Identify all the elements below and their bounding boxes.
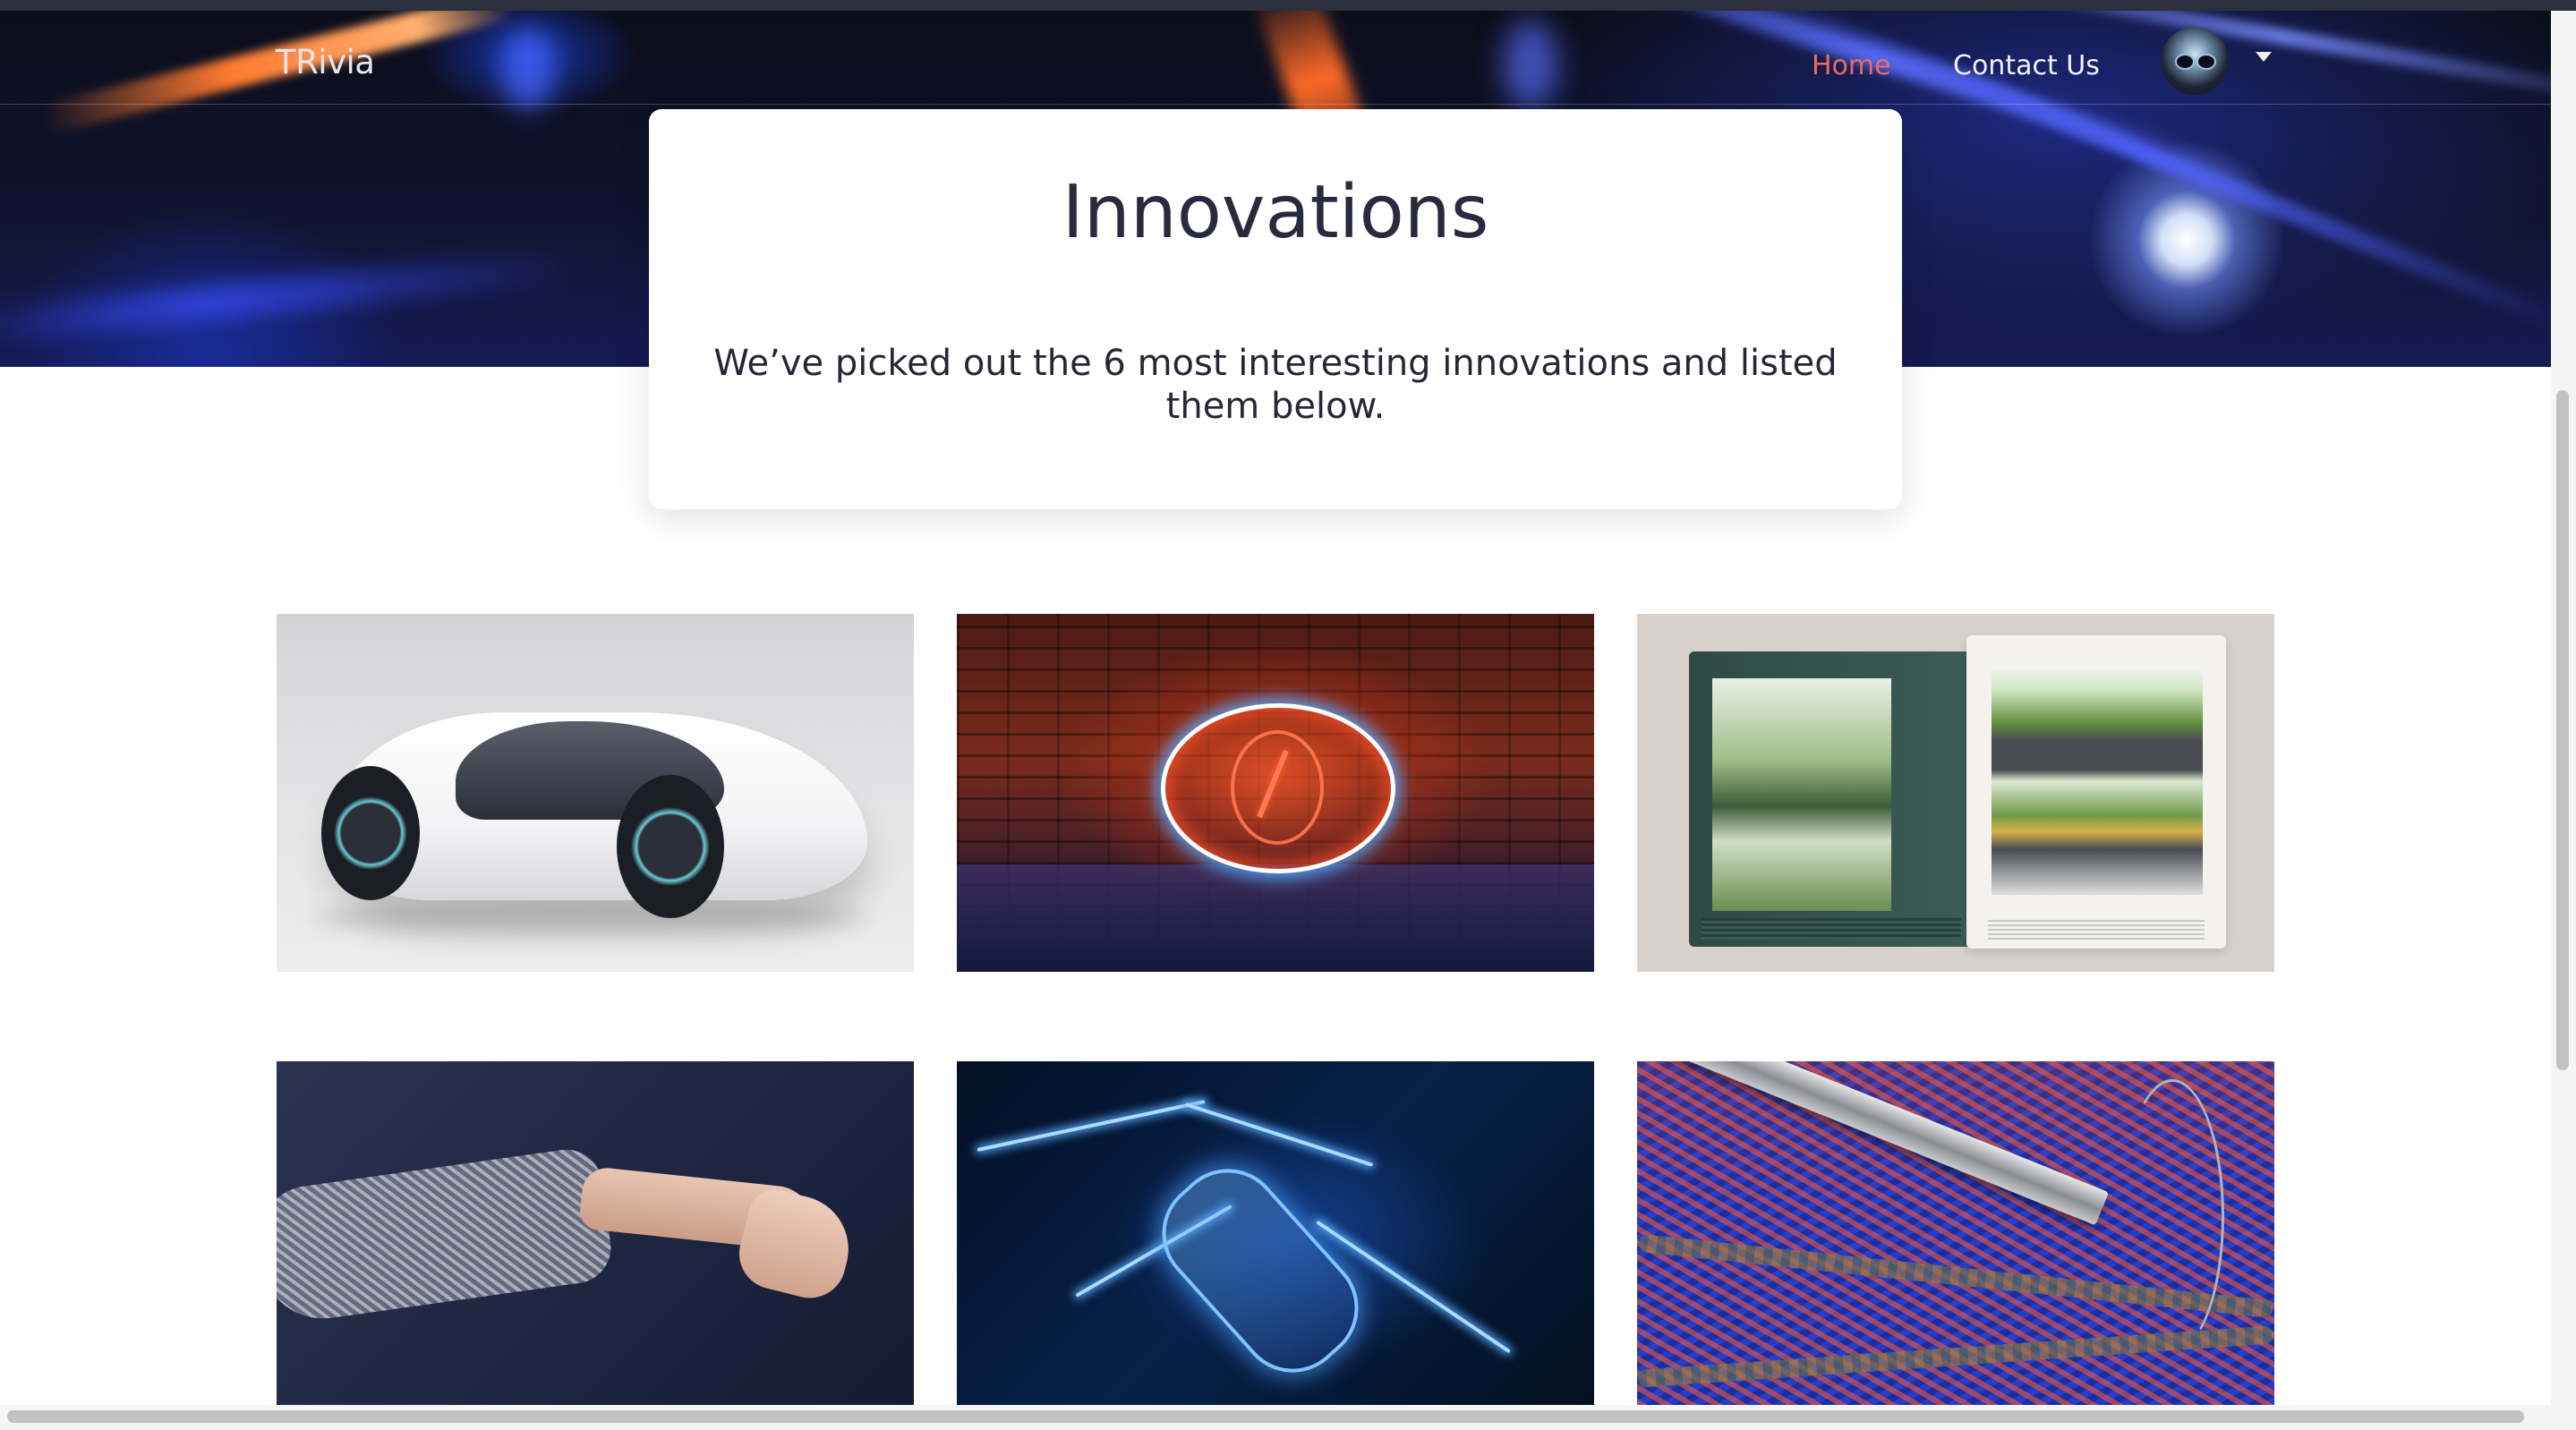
avatar-icon[interactable] [2161, 27, 2229, 95]
nav-link-contact-us[interactable]: Contact Us [1953, 50, 2100, 81]
nav-link-home[interactable]: Home [1812, 50, 1891, 81]
electric-battery-image[interactable] [957, 1061, 1594, 1405]
page-subtitle: We’ve picked out the 6 most interesting … [713, 343, 1838, 427]
woven-fabric-tweezers-image[interactable] [1637, 1061, 2274, 1405]
concept-car-image[interactable] [277, 614, 914, 972]
page-title: Innovations [1062, 170, 1489, 255]
caret-down-icon[interactable] [2256, 52, 2272, 62]
vertical-scrollbar-thumb[interactable] [2556, 390, 2569, 1070]
window-top-strip [0, 0, 2576, 11]
neon-lightning-image[interactable] [957, 614, 1594, 972]
intro-card: Innovations We’ve picked out the 6 most … [649, 109, 1902, 509]
textile-sleeve-arm-image[interactable] [277, 1061, 914, 1405]
brand-logo[interactable]: TRivia [276, 43, 375, 81]
navbar: TRivia Home Contact Us [0, 11, 2551, 105]
indoor-garden-cabinets-image[interactable] [1637, 614, 2274, 972]
horizontal-scrollbar-thumb[interactable] [7, 1410, 2524, 1423]
